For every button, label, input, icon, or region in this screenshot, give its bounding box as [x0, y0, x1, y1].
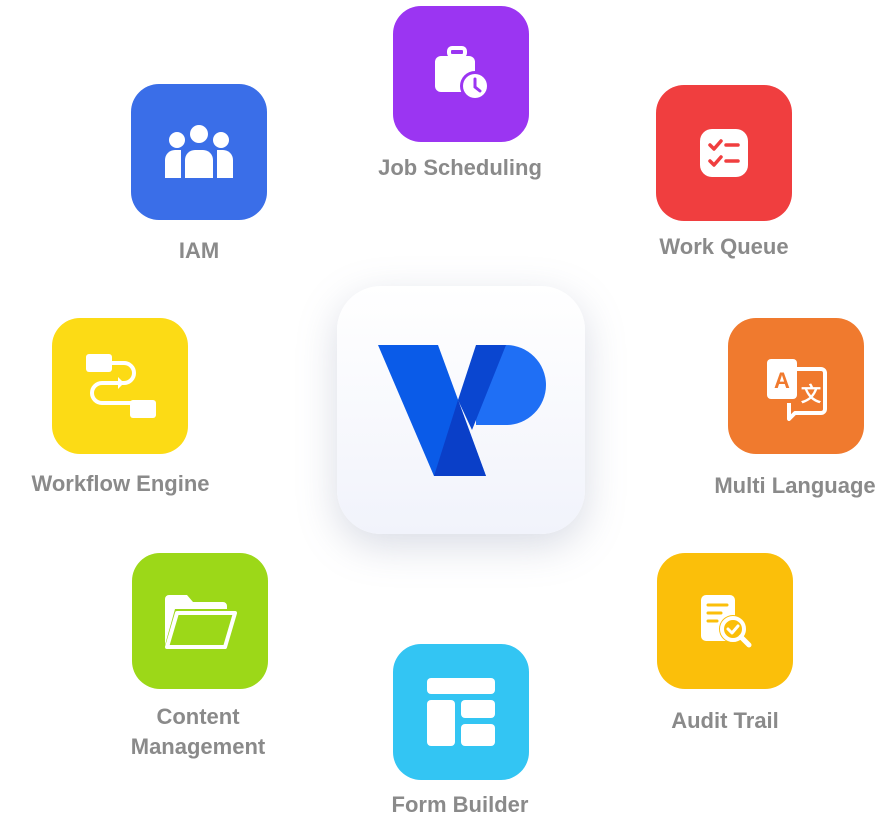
content-management-label: Content Management — [98, 702, 298, 762]
workflow-engine-label: Workflow Engine — [31, 471, 210, 496]
multi-language-label: Multi Language — [714, 473, 876, 498]
svg-text:A: A — [774, 368, 790, 393]
briefcase-clock-icon — [435, 46, 490, 101]
checklist-icon — [700, 129, 748, 177]
workflow-icon — [86, 354, 156, 418]
content-management-label-line1: Content — [156, 704, 240, 729]
vp-logo-icon — [378, 345, 546, 476]
content-management-tile[interactable] — [132, 553, 268, 689]
work-queue-label: Work Queue — [659, 234, 789, 259]
iam-label: IAM — [178, 238, 220, 263]
multi-language-tile[interactable]: A 文 — [728, 318, 864, 454]
svg-text:文: 文 — [801, 382, 822, 406]
users-icon — [165, 123, 233, 180]
audit-trail-tile[interactable] — [657, 553, 793, 689]
layout-icon — [427, 678, 495, 746]
form-builder-tile[interactable] — [393, 644, 529, 780]
job-scheduling-tile[interactable] — [393, 6, 529, 142]
document-search-icon — [701, 595, 752, 648]
content-management-label-line2: Management — [130, 734, 266, 759]
folder-icon — [165, 595, 237, 649]
iam-tile[interactable] — [131, 84, 267, 220]
work-queue-tile[interactable] — [656, 85, 792, 221]
form-builder-label: Form Builder — [391, 792, 529, 817]
workflow-engine-tile[interactable] — [52, 318, 188, 454]
job-scheduling-label: Job Scheduling — [378, 155, 542, 180]
audit-trail-label: Audit Trail — [671, 708, 779, 733]
translate-icon: A 文 — [767, 359, 827, 421]
center-logo-tile — [337, 286, 585, 534]
